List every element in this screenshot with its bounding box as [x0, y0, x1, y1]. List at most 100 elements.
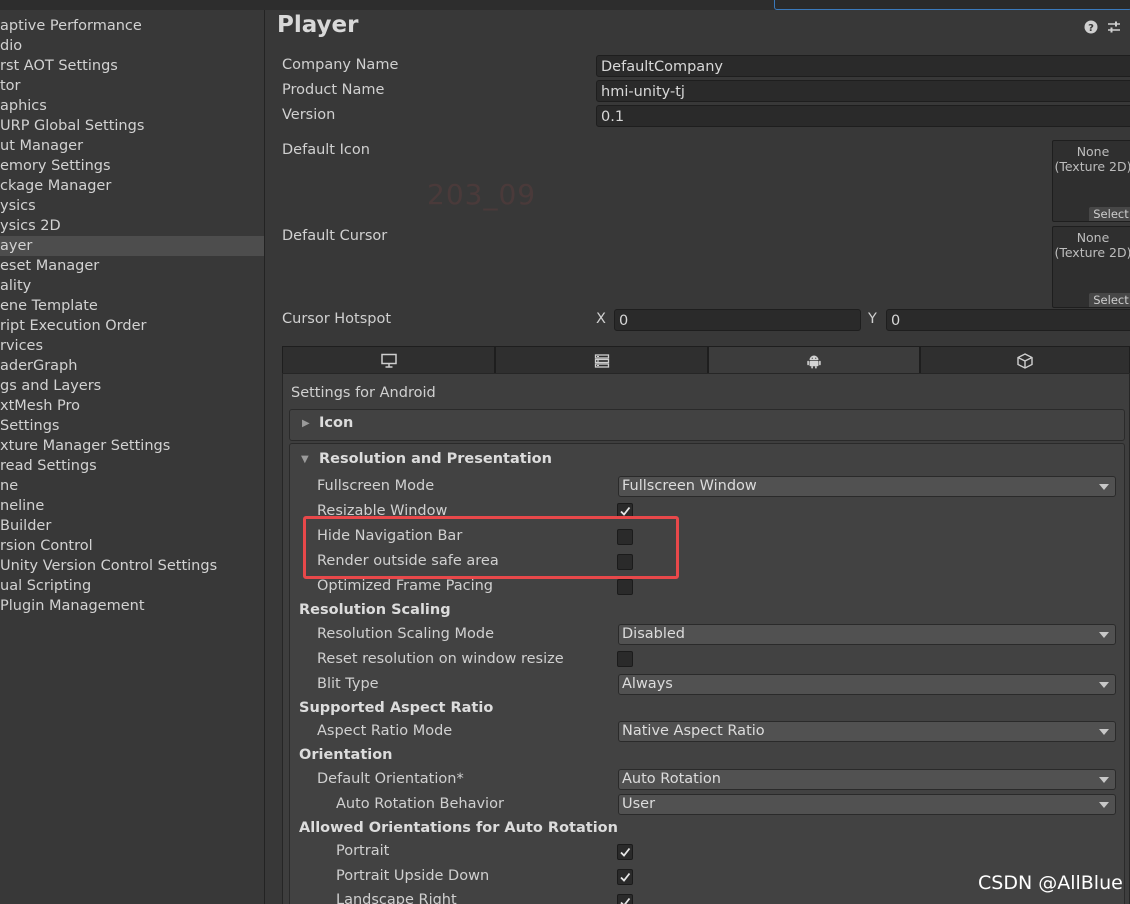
sidebar-item[interactable]: ysics 2D — [0, 216, 264, 236]
sidebar-item-player[interactable]: ayer — [0, 236, 264, 256]
sidebar-item[interactable]: xtMesh Pro — [0, 396, 264, 416]
company-name-field[interactable]: DefaultCompany — [596, 55, 1130, 77]
tab-webgl[interactable] — [920, 346, 1130, 374]
orientation-header: Orientation — [299, 747, 393, 763]
sidebar-item[interactable]: eset Manager — [0, 256, 264, 276]
settings-search-field[interactable] — [774, 0, 1130, 10]
chevron-down-icon — [1099, 632, 1109, 638]
sidebar-item-label: tor — [0, 78, 21, 94]
tab-android[interactable] — [708, 346, 920, 374]
sidebar-item[interactable]: rvices — [0, 336, 264, 356]
resolution-scaling-mode-label: Resolution Scaling Mode — [317, 626, 495, 642]
sidebar-item[interactable]: Plugin Management — [0, 596, 264, 616]
sidebar-item[interactable]: rsion Control — [0, 536, 264, 556]
default-cursor-texture-field[interactable]: None (Texture 2D) Select — [1052, 226, 1130, 308]
sidebar-item-label: xture Manager Settings — [0, 438, 171, 454]
tab-standalone[interactable] — [282, 346, 495, 374]
sidebar-item[interactable]: gs and Layers — [0, 376, 264, 396]
preset-sliders-icon[interactable] — [1107, 20, 1121, 34]
allowed-orientations-header: Allowed Orientations for Auto Rotation — [299, 820, 618, 836]
fullscreen-mode-dropdown[interactable]: Fullscreen Window — [618, 476, 1116, 497]
checkmark-icon — [620, 847, 631, 857]
hotspot-y-field[interactable]: 0 — [886, 309, 1130, 331]
portrait-upside-down-label: Portrait Upside Down — [336, 868, 490, 884]
settings-for-android-label: Settings for Android — [291, 385, 436, 401]
player-settings-panel: Player ? Company Name DefaultCompany Pro… — [265, 10, 1130, 904]
sidebar-item[interactable]: ysics — [0, 196, 264, 216]
server-icon — [594, 354, 609, 368]
sidebar-item[interactable]: aderGraph — [0, 356, 264, 376]
chevron-down-icon — [1099, 777, 1109, 783]
aspect-ratio-mode-dropdown[interactable]: Native Aspect Ratio — [618, 721, 1116, 742]
sidebar-item-label: Plugin Management — [0, 598, 145, 614]
hotspot-x-label: X — [596, 311, 606, 327]
sidebar-item[interactable]: ckage Manager — [0, 176, 264, 196]
sidebar-item[interactable]: rst AOT Settings — [0, 56, 264, 76]
sidebar-item[interactable]: Builder — [0, 516, 264, 536]
sidebar-item[interactable]: ript Execution Order — [0, 316, 264, 336]
sidebar-item[interactable]: read Settings — [0, 456, 264, 476]
chevron-down-icon — [1099, 802, 1109, 808]
monitor-icon — [380, 353, 397, 368]
cursor-hotspot-label: Cursor Hotspot — [282, 311, 392, 327]
resolution-scaling-mode-dropdown[interactable]: Disabled — [618, 624, 1116, 645]
resolution-scaling-header: Resolution Scaling — [299, 602, 451, 618]
hotspot-y-label: Y — [868, 311, 877, 327]
sidebar-item[interactable]: neline — [0, 496, 264, 516]
hotspot-x-field[interactable]: 0 — [614, 309, 861, 331]
portrait-checkbox[interactable] — [617, 844, 633, 860]
sidebar-item[interactable]: ne — [0, 476, 264, 496]
version-field[interactable]: 0.1 — [596, 105, 1130, 127]
sidebar-item[interactable]: Settings — [0, 416, 264, 436]
select-button[interactable]: Select — [1089, 207, 1130, 221]
sidebar-item[interactable]: Unity Version Control Settings — [0, 556, 264, 576]
tab-dedicated-server[interactable] — [495, 346, 708, 374]
default-orientation-dropdown[interactable]: Auto Rotation — [618, 769, 1116, 790]
sidebar-item-label: ckage Manager — [0, 178, 112, 194]
default-icon-label: Default Icon — [282, 142, 370, 158]
select-button[interactable]: Select — [1089, 293, 1130, 307]
company-name-label: Company Name — [282, 57, 399, 73]
sidebar-item[interactable]: ut Manager — [0, 136, 264, 156]
sidebar-item[interactable]: ality — [0, 276, 264, 296]
default-cursor-label: Default Cursor — [282, 228, 388, 244]
sidebar-item[interactable]: URP Global Settings — [0, 116, 264, 136]
sidebar-item-label: ene Template — [0, 298, 98, 314]
aspect-ratio-mode-label: Aspect Ratio Mode — [317, 723, 453, 739]
default-orientation-value: Auto Rotation — [622, 771, 721, 787]
sidebar-item[interactable]: dio — [0, 36, 264, 56]
sidebar-item[interactable]: tor — [0, 76, 264, 96]
help-icon[interactable]: ? — [1084, 20, 1098, 34]
resolution-foldout-label[interactable]: Resolution and Presentation — [319, 451, 552, 467]
sidebar-item[interactable]: emory Settings — [0, 156, 264, 176]
auto-rotation-behavior-dropdown[interactable]: User — [618, 794, 1116, 815]
sidebar-item-label: ysics 2D — [0, 218, 61, 234]
default-icon-texture-field[interactable]: None (Texture 2D) Select — [1052, 140, 1130, 222]
sidebar-item-label: ality — [0, 278, 32, 294]
portrait-upside-down-checkbox[interactable] — [617, 869, 633, 885]
sidebar-item[interactable]: aptive Performance — [0, 16, 264, 36]
blit-type-dropdown[interactable]: Always — [618, 674, 1116, 695]
sidebar-item-label: URP Global Settings — [0, 118, 145, 134]
sidebar-item[interactable]: ual Scripting — [0, 576, 264, 596]
sidebar-item-label: aptive Performance — [0, 18, 142, 34]
sidebar-item-label: ut Manager — [0, 138, 84, 154]
sidebar-item[interactable]: xture Manager Settings — [0, 436, 264, 456]
blit-type-label: Blit Type — [317, 676, 379, 692]
sidebar-item-label: dio — [0, 38, 23, 54]
project-settings-sidebar: aptive Performance dio rst AOT Settings … — [0, 10, 265, 904]
sidebar-item-label: ayer — [0, 238, 33, 254]
optimized-frame-pacing-checkbox[interactable] — [617, 579, 633, 595]
sidebar-item-label: ual Scripting — [0, 578, 92, 594]
icon-foldout[interactable] — [289, 409, 1125, 441]
sidebar-item[interactable]: aphics — [0, 96, 264, 116]
foldout-expanded-icon[interactable]: ▼ — [301, 454, 309, 465]
product-name-field[interactable]: hmi-unity-tj — [596, 80, 1130, 102]
sidebar-item[interactable]: ene Template — [0, 296, 264, 316]
sidebar-item-label: Settings — [0, 418, 60, 434]
reset-resolution-checkbox[interactable] — [617, 651, 633, 667]
landscape-right-checkbox[interactable] — [617, 894, 633, 904]
chevron-down-icon — [1099, 682, 1109, 688]
portrait-label: Portrait — [336, 843, 390, 859]
auto-rotation-behavior-value: User — [622, 796, 656, 812]
